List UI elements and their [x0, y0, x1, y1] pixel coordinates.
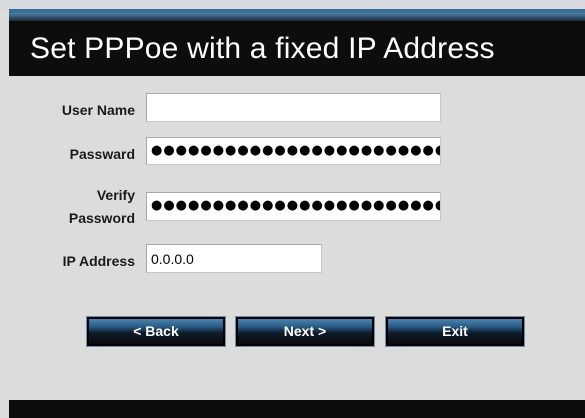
- next-button[interactable]: Next >: [235, 316, 375, 347]
- ip-address-label: IP Address: [62, 253, 135, 269]
- verify-password-label-line1: Verify: [96, 187, 135, 203]
- top-strip: [0, 0, 585, 9]
- wizard-window: Set PPPoe with a fixed IP Address User N…: [0, 0, 585, 418]
- back-button[interactable]: < Back: [86, 316, 226, 347]
- title-bar-gloss: [9, 13, 585, 21]
- password-label: Passward: [69, 146, 135, 162]
- user-name-label: User Name: [61, 102, 135, 118]
- dialog-title: Set PPPoe with a fixed IP Address: [30, 32, 495, 65]
- title-bar: Set PPPoe with a fixed IP Address: [9, 9, 585, 76]
- bottom-bar: [9, 400, 585, 418]
- ip-address-input[interactable]: [146, 244, 322, 273]
- verify-password-input[interactable]: ●●●●●●●●●●●●●●●●●●●●●●●●●: [146, 192, 441, 221]
- password-input[interactable]: ●●●●●●●●●●●●●●●●●●●●●●●●●: [146, 137, 441, 165]
- verify-password-label-line2: Password: [68, 210, 135, 226]
- exit-button[interactable]: Exit: [385, 316, 525, 347]
- user-name-input[interactable]: [146, 93, 441, 122]
